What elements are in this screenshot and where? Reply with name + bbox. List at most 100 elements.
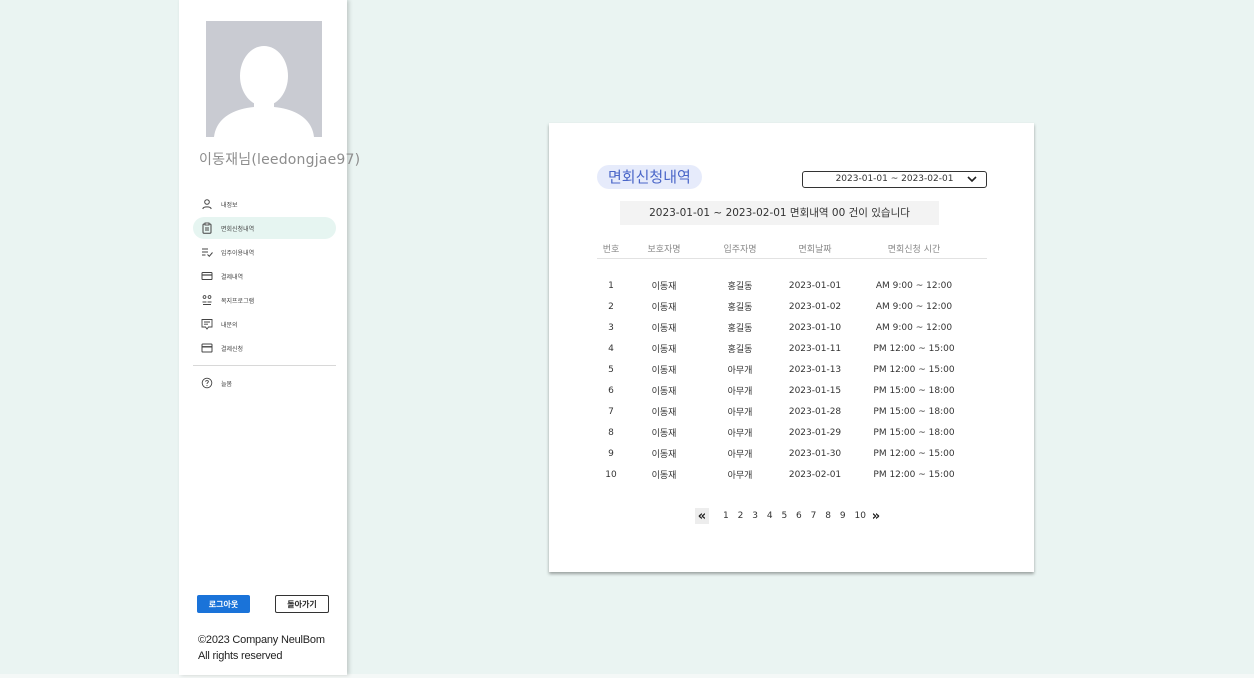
copyright-line: All rights reserved: [198, 650, 283, 662]
cell-time: PM 15:00 ~ 18:00: [873, 406, 955, 417]
page-title: 면회신청내역: [597, 165, 702, 189]
user-display-name: 이동재님: [199, 152, 252, 168]
page-number[interactable]: 8: [825, 511, 831, 521]
avatar: [206, 21, 322, 137]
cell-date: 2023-01-29: [788, 427, 842, 438]
cell-number: 7: [608, 406, 614, 417]
pagination: « 1 2 3 4 5 6 7 8 9 10 »: [695, 508, 883, 524]
help-icon: [201, 377, 213, 389]
sidebar-item-my-inquiry[interactable]: 내문의: [193, 313, 336, 335]
clipboard-icon: [201, 222, 213, 234]
page-number[interactable]: 1: [723, 511, 729, 521]
cell-date: 2023-01-01: [788, 280, 842, 291]
page-number[interactable]: 6: [796, 511, 802, 521]
cell-date: 2023-01-15: [788, 385, 842, 396]
page-number[interactable]: 4: [767, 511, 773, 521]
cell-time: AM 9:00 ~ 12:00: [875, 301, 953, 312]
sidebar-item-payment-history[interactable]: 결제내역: [193, 265, 336, 287]
next-page-button[interactable]: »: [869, 508, 883, 524]
cell-time: PM 12:00 ~ 15:00: [873, 469, 955, 480]
cell-number: 4: [608, 343, 614, 354]
sidebar-item-label: 면회신청내역: [221, 225, 255, 233]
sidebar-item-visit-history[interactable]: 면회신청내역: [193, 217, 336, 239]
table-row[interactable]: 8 이동재 아무개 2023-01-29 PM 15:00 ~ 18:00: [597, 422, 987, 443]
copyright: ©2023 Company NeulBom All rights reserve…: [198, 632, 325, 664]
sidebar-item-residence-history[interactable]: 입주이용내역: [193, 241, 336, 263]
cell-number: 9: [608, 448, 614, 459]
cell-guardian: 이동재: [651, 450, 677, 460]
page-number[interactable]: 5: [781, 511, 787, 521]
cell-date: 2023-01-30: [788, 448, 842, 459]
sidebar-item-label: 내정보: [221, 201, 238, 209]
table-body: 1 이동재 홍길동 2023-01-01 AM 9:00 ~ 12:00 2 이동재 홍길동…: [597, 275, 987, 485]
table-row[interactable]: 9 이동재 아무개 2023-01-30 PM 12:00 ~ 15:00: [597, 443, 987, 464]
card-icon: [201, 270, 213, 282]
sidebar-item-label: 복지프로그램: [221, 297, 255, 305]
cell-resident: 아무개: [727, 450, 753, 460]
table-row[interactable]: 7 이동재 아무개 2023-01-28 PM 15:00 ~ 18:00: [597, 401, 987, 422]
table-header: 번호 보호자명 입주자명 면회날짜 면회신청 시간: [597, 242, 987, 259]
visit-history-card: 면회신청내역 2023-01-01 ~ 2023-02-01 2023-01-0…: [549, 123, 1034, 572]
cell-date: 2023-02-01: [788, 469, 842, 480]
cell-date: 2023-01-02: [788, 301, 842, 312]
cell-guardian: 이동재: [651, 303, 677, 313]
page-numbers: 1 2 3 4 5 6 7 8 9 10: [709, 511, 869, 521]
wallet-icon: [201, 342, 213, 354]
page-number[interactable]: 7: [811, 511, 817, 521]
cell-number: 10: [605, 469, 617, 480]
column-header: 입주자명: [723, 245, 757, 255]
cell-number: 1: [608, 280, 614, 291]
cell-number: 3: [608, 322, 614, 333]
cell-guardian: 이동재: [651, 324, 677, 334]
cell-number: 8: [608, 427, 614, 438]
page-number[interactable]: 3: [752, 511, 758, 521]
table-row[interactable]: 5 이동재 아무개 2023-01-13 PM 12:00 ~ 15:00: [597, 359, 987, 380]
table-row[interactable]: 2 이동재 홍길동 2023-01-02 AM 9:00 ~ 12:00: [597, 296, 987, 317]
cell-date: 2023-01-28: [788, 406, 842, 417]
column-header: 면회날짜: [798, 245, 832, 255]
back-button[interactable]: 돌아가기: [275, 595, 329, 613]
user-id: (leedongjae97): [251, 152, 361, 168]
cell-time: PM 12:00 ~ 15:00: [873, 448, 955, 459]
cell-guardian: 이동재: [651, 366, 677, 376]
page-number[interactable]: 9: [840, 511, 846, 521]
sidebar-item-label: 내문의: [221, 321, 238, 329]
date-range-value: 2023-01-01 ~ 2023-02-01: [835, 174, 954, 184]
column-header: 번호: [602, 245, 620, 255]
sidebar-item-welfare-program[interactable]: 복지프로그램: [193, 289, 336, 311]
cell-resident: 홍길동: [727, 282, 753, 292]
cell-time: PM 12:00 ~ 15:00: [873, 364, 955, 375]
page-number[interactable]: 10: [854, 511, 865, 521]
copyright-line: ©2023 Company NeulBom: [198, 634, 325, 646]
sidebar-item-payment-request[interactable]: 결제신청: [193, 337, 336, 359]
sidebar-item-label: 결제신청: [221, 345, 244, 353]
sidebar-nav: 내정보 면회신청내역 입주이용내역 결제내역 복지프로그램 내문의 결제신청 늘…: [193, 193, 336, 396]
table-row[interactable]: 3 이동재 홍길동 2023-01-10 AM 9:00 ~ 12:00: [597, 317, 987, 338]
cell-number: 6: [608, 385, 614, 396]
logout-button[interactable]: 로그아웃: [197, 595, 250, 613]
cell-time: AM 9:00 ~ 12:00: [875, 322, 953, 333]
cell-date: 2023-01-11: [788, 343, 842, 354]
date-range-select[interactable]: 2023-01-01 ~ 2023-02-01: [802, 171, 987, 188]
message-icon: [201, 318, 213, 330]
visit-table: 번호 보호자명 입주자명 면회날짜 면회신청 시간 1 이동재 홍길동 2023-01…: [597, 242, 987, 485]
chevron-down-icon: [967, 176, 977, 183]
table-row[interactable]: 4 이동재 홍길동 2023-01-11 PM 12:00 ~ 15:00: [597, 338, 987, 359]
sidebar: 이동재님(leedongjae97) 내정보 면회신청내역 입주이용내역 결제내…: [179, 0, 360, 675]
cell-guardian: 이동재: [651, 408, 677, 418]
table-row[interactable]: 6 이동재 아무개 2023-01-15 PM 15:00 ~ 18:00: [597, 380, 987, 401]
sidebar-item-help[interactable]: 늘봄: [193, 372, 336, 394]
cell-number: 5: [608, 364, 614, 375]
cell-resident: 아무개: [727, 408, 753, 418]
cell-time: PM 15:00 ~ 18:00: [873, 427, 955, 438]
sidebar-item-my-info[interactable]: 내정보: [193, 193, 336, 215]
nav-divider: [193, 365, 336, 366]
cell-guardian: 이동재: [651, 345, 677, 355]
cell-guardian: 이동재: [651, 471, 677, 481]
table-row[interactable]: 10 이동재 아무개 2023-02-01 PM 12:00 ~ 15:00: [597, 464, 987, 485]
page-number[interactable]: 2: [738, 511, 744, 521]
table-row[interactable]: 1 이동재 홍길동 2023-01-01 AM 9:00 ~ 12:00: [597, 275, 987, 296]
cell-resident: 아무개: [727, 366, 753, 376]
cell-resident: 홍길동: [727, 324, 753, 334]
prev-page-button[interactable]: «: [695, 508, 709, 524]
